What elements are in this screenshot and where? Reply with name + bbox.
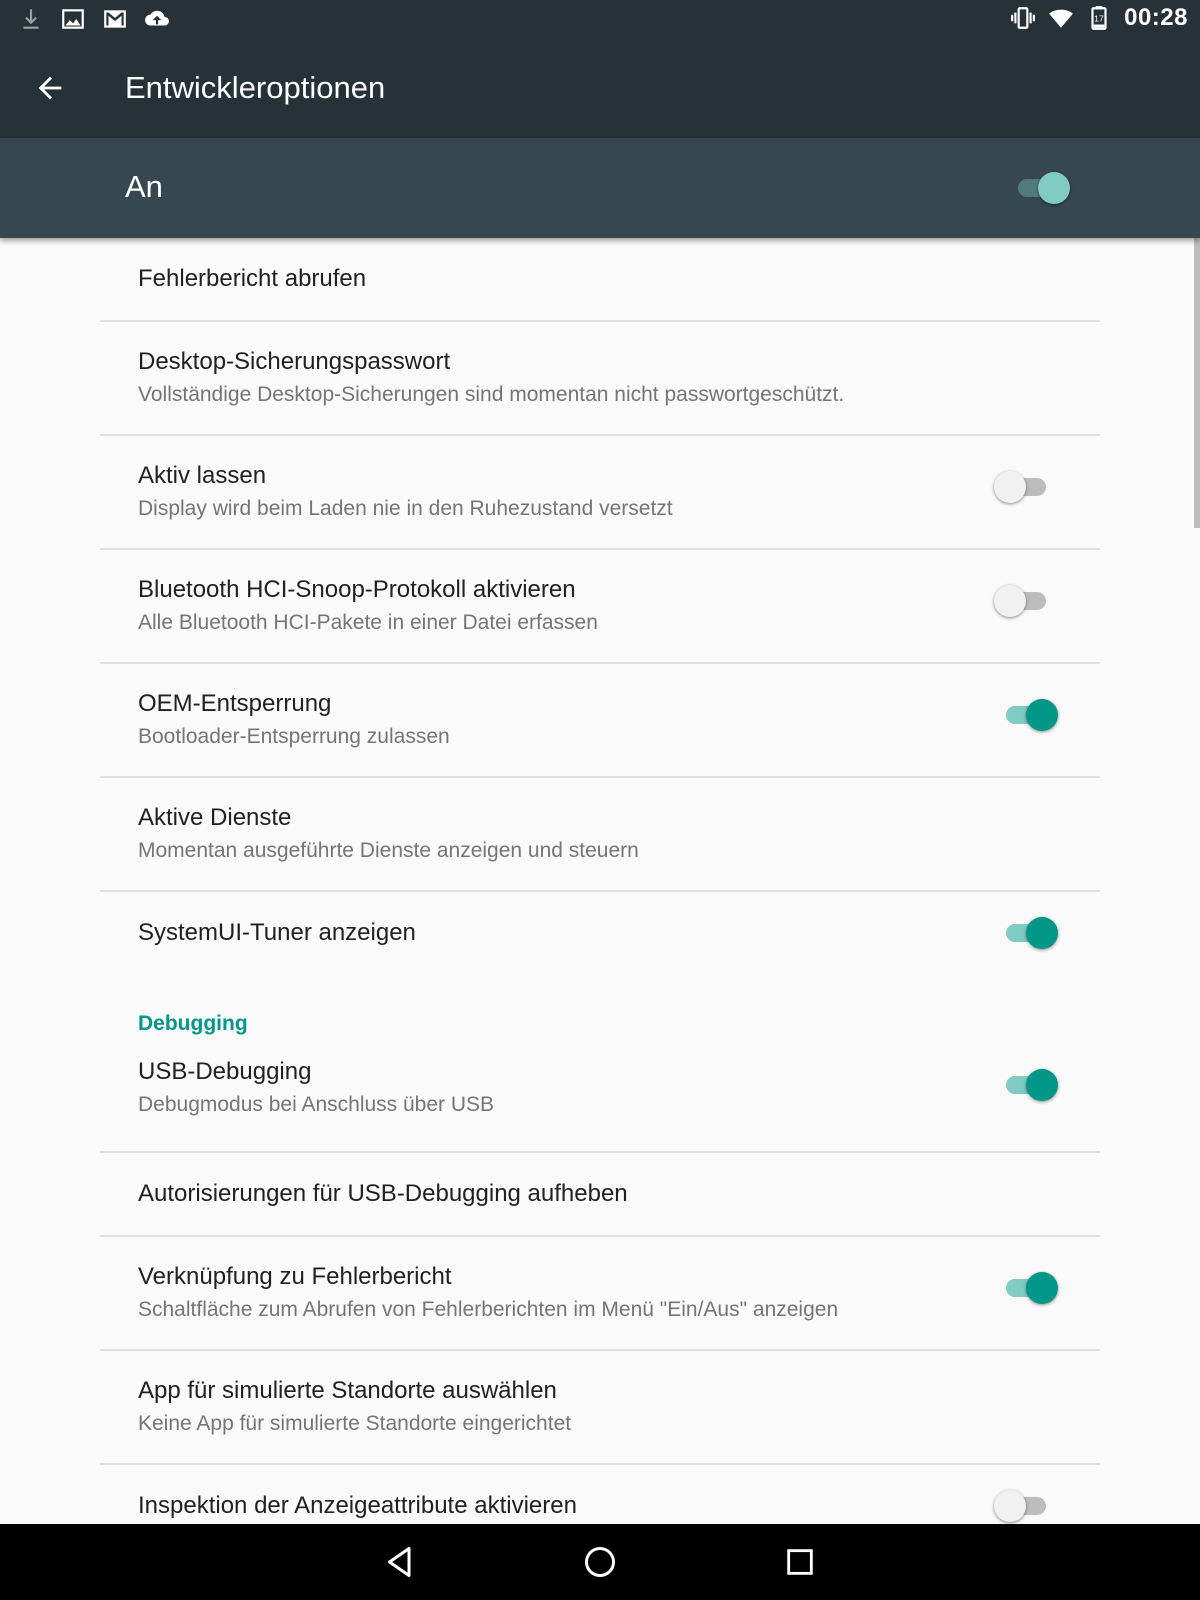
setting-summary: Display wird beim Laden nie in den Ruhez… bbox=[138, 497, 673, 520]
master-toggle-switch[interactable] bbox=[1016, 169, 1070, 205]
setting-summary: Vollständige Desktop-Sicherungen sind mo… bbox=[138, 383, 845, 406]
back-button[interactable] bbox=[24, 66, 76, 110]
nav-back-button[interactable] bbox=[372, 1536, 428, 1588]
setting-summary: Schaltfläche zum Abrufen von Fehlerberic… bbox=[138, 1298, 839, 1321]
bluetooth-hci-snoop-switch[interactable] bbox=[994, 582, 1048, 618]
setting-title: USB-Debugging bbox=[138, 1058, 312, 1085]
setting-mock-location-app[interactable]: App für simulierte Standorte auswählen K… bbox=[0, 1351, 1200, 1465]
setting-revoke-usb-authorizations[interactable]: Autorisierungen für USB-Debugging aufheb… bbox=[0, 1153, 1200, 1237]
switch-thumb bbox=[994, 585, 1026, 617]
svg-text:17: 17 bbox=[1094, 13, 1104, 23]
recents-square-icon bbox=[787, 1549, 813, 1575]
setting-summary: Keine App für simulierte Standorte einge… bbox=[138, 1412, 572, 1435]
setting-bug-report-shortcut[interactable]: Verknüpfung zu Fehlerbericht Schaltfläch… bbox=[0, 1237, 1200, 1351]
switch-thumb bbox=[1038, 172, 1070, 204]
gmail-icon bbox=[104, 10, 126, 28]
navigation-bar bbox=[0, 1524, 1200, 1600]
vibrate-icon bbox=[1011, 7, 1036, 29]
nav-home-button[interactable] bbox=[572, 1536, 628, 1588]
system-icons: 17 00:28 bbox=[1010, 4, 1188, 32]
setting-title: Bluetooth HCI-Snoop-Protokoll aktivieren bbox=[138, 576, 576, 603]
setting-bug-report[interactable]: Fehlerbericht abrufen bbox=[0, 238, 1200, 322]
setting-title: SystemUI-Tuner anzeigen bbox=[138, 919, 416, 946]
clock: 00:28 bbox=[1124, 4, 1188, 31]
setting-title: Desktop-Sicherungspasswort bbox=[138, 348, 451, 375]
scrollbar[interactable] bbox=[1194, 238, 1200, 528]
master-switch-label: An bbox=[125, 169, 163, 204]
app-bar: Entwickleroptionen bbox=[0, 38, 1200, 138]
setting-title: Inspektion der Anzeigeattribute aktivier… bbox=[138, 1492, 577, 1519]
arrow-back-icon bbox=[38, 76, 62, 100]
setting-title: OEM-Entsperrung bbox=[138, 690, 332, 717]
usb-debugging-switch[interactable] bbox=[1004, 1066, 1058, 1102]
setting-title: Autorisierungen für USB-Debugging aufheb… bbox=[138, 1180, 628, 1207]
setting-systemui-tuner[interactable]: SystemUI-Tuner anzeigen bbox=[0, 892, 1200, 976]
download-icon bbox=[23, 9, 39, 29]
image-icon bbox=[62, 9, 84, 29]
wifi-icon bbox=[1049, 9, 1074, 28]
setting-usb-debugging[interactable]: USB-Debugging Debugmodus bei Anschluss ü… bbox=[0, 1042, 1200, 1156]
switch-thumb bbox=[994, 471, 1026, 503]
battery-icon: 17 bbox=[1091, 6, 1107, 30]
setting-oem-unlock[interactable]: OEM-Entsperrung Bootloader-Entsperrung z… bbox=[0, 664, 1200, 778]
bug-report-shortcut-switch[interactable] bbox=[1004, 1269, 1058, 1305]
back-triangle-icon bbox=[388, 1547, 411, 1577]
view-attribute-inspection-switch[interactable] bbox=[994, 1487, 1048, 1523]
page-title: Entwickleroptionen bbox=[125, 70, 386, 105]
switch-thumb bbox=[1026, 699, 1058, 731]
notification-icons bbox=[18, 6, 170, 32]
setting-summary: Debugmodus bei Anschluss über USB bbox=[138, 1093, 495, 1116]
cloud-upload-icon bbox=[145, 10, 169, 26]
setting-title: Aktiv lassen bbox=[138, 462, 267, 489]
switch-thumb bbox=[994, 1490, 1026, 1522]
home-circle-icon bbox=[585, 1547, 615, 1577]
switch-thumb bbox=[1026, 1272, 1058, 1304]
section-header-debugging: Debugging bbox=[138, 1012, 248, 1035]
setting-bluetooth-hci-snoop[interactable]: Bluetooth HCI-Snoop-Protokoll aktivieren… bbox=[0, 550, 1200, 664]
setting-title: Fehlerbericht abrufen bbox=[138, 265, 367, 292]
setting-title: App für simulierte Standorte auswählen bbox=[138, 1377, 557, 1404]
setting-summary: Alle Bluetooth HCI-Pakete in einer Datei… bbox=[138, 611, 598, 634]
oem-unlock-switch[interactable] bbox=[1004, 696, 1058, 732]
setting-desktop-backup-password[interactable]: Desktop-Sicherungspasswort Vollständige … bbox=[0, 322, 1200, 436]
master-switch-bar[interactable]: An bbox=[0, 138, 1200, 238]
systemui-tuner-switch[interactable] bbox=[1004, 914, 1058, 950]
setting-view-attribute-inspection[interactable]: Inspektion der Anzeigeattribute aktivier… bbox=[0, 1465, 1200, 1524]
switch-thumb bbox=[1026, 1069, 1058, 1101]
switch-thumb bbox=[1026, 917, 1058, 949]
nav-recents-button[interactable] bbox=[772, 1536, 828, 1588]
setting-stay-awake[interactable]: Aktiv lassen Display wird beim Laden nie… bbox=[0, 436, 1200, 550]
status-bar: 17 00:28 bbox=[0, 0, 1200, 38]
settings-list[interactable]: Fehlerbericht abrufen Desktop-Sicherungs… bbox=[0, 238, 1200, 1524]
setting-title: Aktive Dienste bbox=[138, 804, 292, 831]
setting-summary: Momentan ausgeführte Dienste anzeigen un… bbox=[138, 839, 639, 862]
setting-summary: Bootloader-Entsperrung zulassen bbox=[138, 725, 450, 748]
setting-title: Verknüpfung zu Fehlerbericht bbox=[138, 1263, 452, 1290]
setting-running-services[interactable]: Aktive Dienste Momentan ausgeführte Dien… bbox=[0, 778, 1200, 892]
stay-awake-switch[interactable] bbox=[994, 468, 1048, 504]
